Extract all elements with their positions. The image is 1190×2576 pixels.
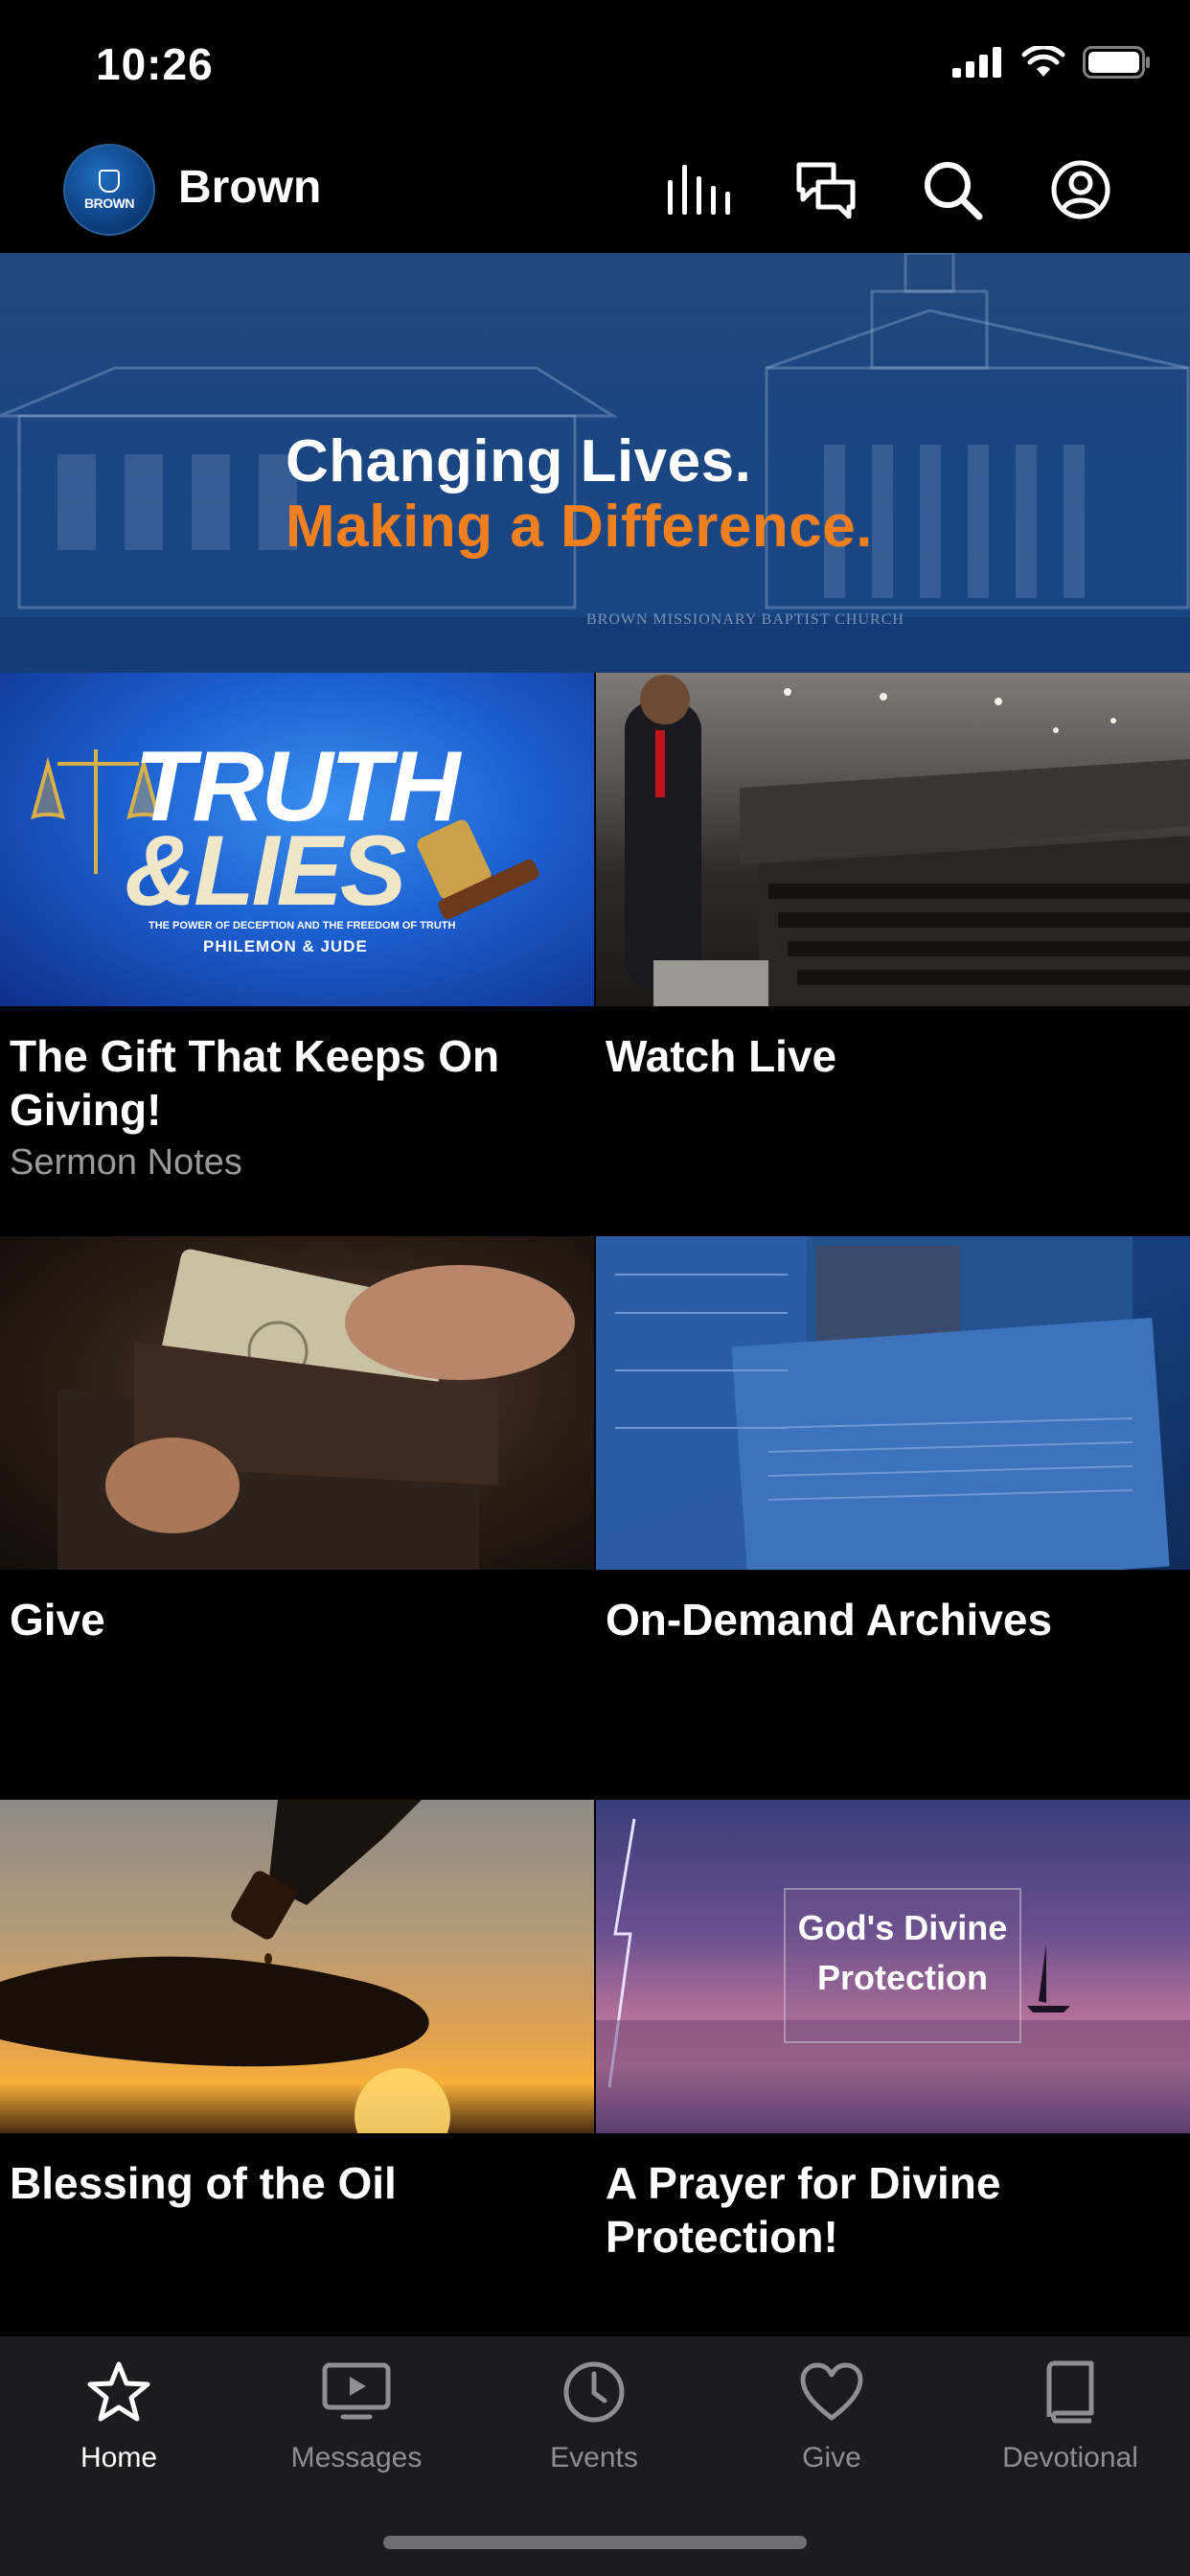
tile-subtitle: Sermon Notes — [10, 1142, 242, 1183]
tab-label: Messages — [290, 2442, 423, 2473]
book-icon — [950, 2356, 1190, 2428]
art-word-lies: &LIES — [125, 816, 406, 927]
church-logo[interactable]: BROWN — [63, 144, 155, 236]
art-scripture: PHILEMON & JUDE — [203, 937, 368, 955]
tile-sermon-notes[interactable]: TRUTH &LIES THE POWER OF DECEPTION AND T… — [0, 673, 594, 1234]
hero-subheadline: Making a Difference. — [286, 494, 873, 560]
tile-image — [596, 673, 1190, 1006]
chat-button[interactable] — [791, 155, 860, 224]
tile-give[interactable]: Give — [0, 1236, 594, 1798]
play-screen-icon — [238, 2356, 475, 2428]
cellular-signal-icon — [952, 47, 1001, 78]
tab-label: Home — [80, 2442, 158, 2473]
tile-on-demand-archives[interactable]: On-Demand Archives — [596, 1236, 1190, 1798]
tab-label: Devotional — [1002, 2442, 1138, 2473]
wallet-image — [57, 1249, 575, 1570]
heart-icon — [713, 2356, 950, 2428]
art-text: God's Divine Protection — [797, 1908, 1008, 1997]
status-icons — [952, 46, 1152, 79]
status-time: 10:26 — [96, 39, 214, 89]
user-profile-icon — [1051, 160, 1110, 219]
tile-image — [0, 1236, 594, 1570]
logo-text: BROWN — [84, 195, 134, 211]
status-bar: 10:26 — [0, 0, 1190, 134]
oil-drop-image — [0, 1800, 450, 2133]
wifi-icon — [1021, 46, 1065, 77]
tile-title: The Gift That Keeps On Giving! — [10, 1031, 500, 1135]
tab-devotional[interactable]: Devotional — [950, 2356, 1190, 2474]
tile-title: On-Demand Archives — [606, 1595, 1053, 1644]
sanctuary-image — [625, 675, 1190, 1006]
art-subtitle: THE POWER OF DECEPTION AND THE FREEDOM O… — [149, 920, 456, 932]
tile-title: A Prayer for Divine Protection! — [606, 2158, 1001, 2262]
tab-label: Give — [802, 2442, 861, 2473]
clock-icon — [475, 2356, 713, 2428]
tile-title: Blessing of the Oil — [10, 2158, 397, 2208]
tile-title: Give — [10, 1595, 105, 1644]
tile-title: Watch Live — [606, 1031, 837, 1081]
home-indicator[interactable] — [383, 2536, 807, 2549]
star-icon — [0, 2356, 238, 2428]
tab-messages[interactable]: Messages — [238, 2356, 475, 2474]
tab-give[interactable]: Give — [713, 2356, 950, 2474]
tab-label: Events — [550, 2442, 638, 2473]
hero-headline: Changing Lives. — [286, 428, 752, 494]
sermon-notes-image — [596, 1236, 1170, 1570]
profile-button[interactable] — [1046, 155, 1115, 224]
app-title: Brown — [178, 162, 322, 213]
tile-blessing-of-the-oil[interactable]: Blessing of the Oil — [0, 1800, 594, 2336]
audio-bars-button[interactable] — [665, 155, 734, 224]
tile-prayer-divine-protection[interactable]: God's Divine Protection A Prayer for Div… — [596, 1800, 1190, 2336]
tile-image: God's Divine Protection — [596, 1800, 1190, 2133]
tile-image — [0, 1800, 594, 2133]
hero-caption: BROWN MISSIONARY BAPTIST CHURCH — [586, 611, 904, 628]
shield-icon — [99, 169, 120, 193]
tab-events[interactable]: Events — [475, 2356, 713, 2474]
search-icon — [925, 162, 983, 220]
app-header: BROWN Brown — [0, 134, 1190, 253]
tile-image: TRUTH &LIES THE POWER OF DECEPTION AND T… — [0, 673, 594, 1006]
chat-bubbles-icon — [796, 162, 856, 218]
tab-home[interactable]: Home — [0, 2356, 238, 2474]
battery-icon — [1083, 46, 1150, 79]
tile-watch-live[interactable]: Watch Live — [596, 673, 1190, 1234]
search-button[interactable] — [918, 155, 987, 224]
audio-bars-icon — [668, 165, 730, 215]
tile-image — [596, 1236, 1190, 1570]
hero-banner[interactable]: Changing Lives. Making a Difference. BRO… — [0, 253, 1190, 673]
